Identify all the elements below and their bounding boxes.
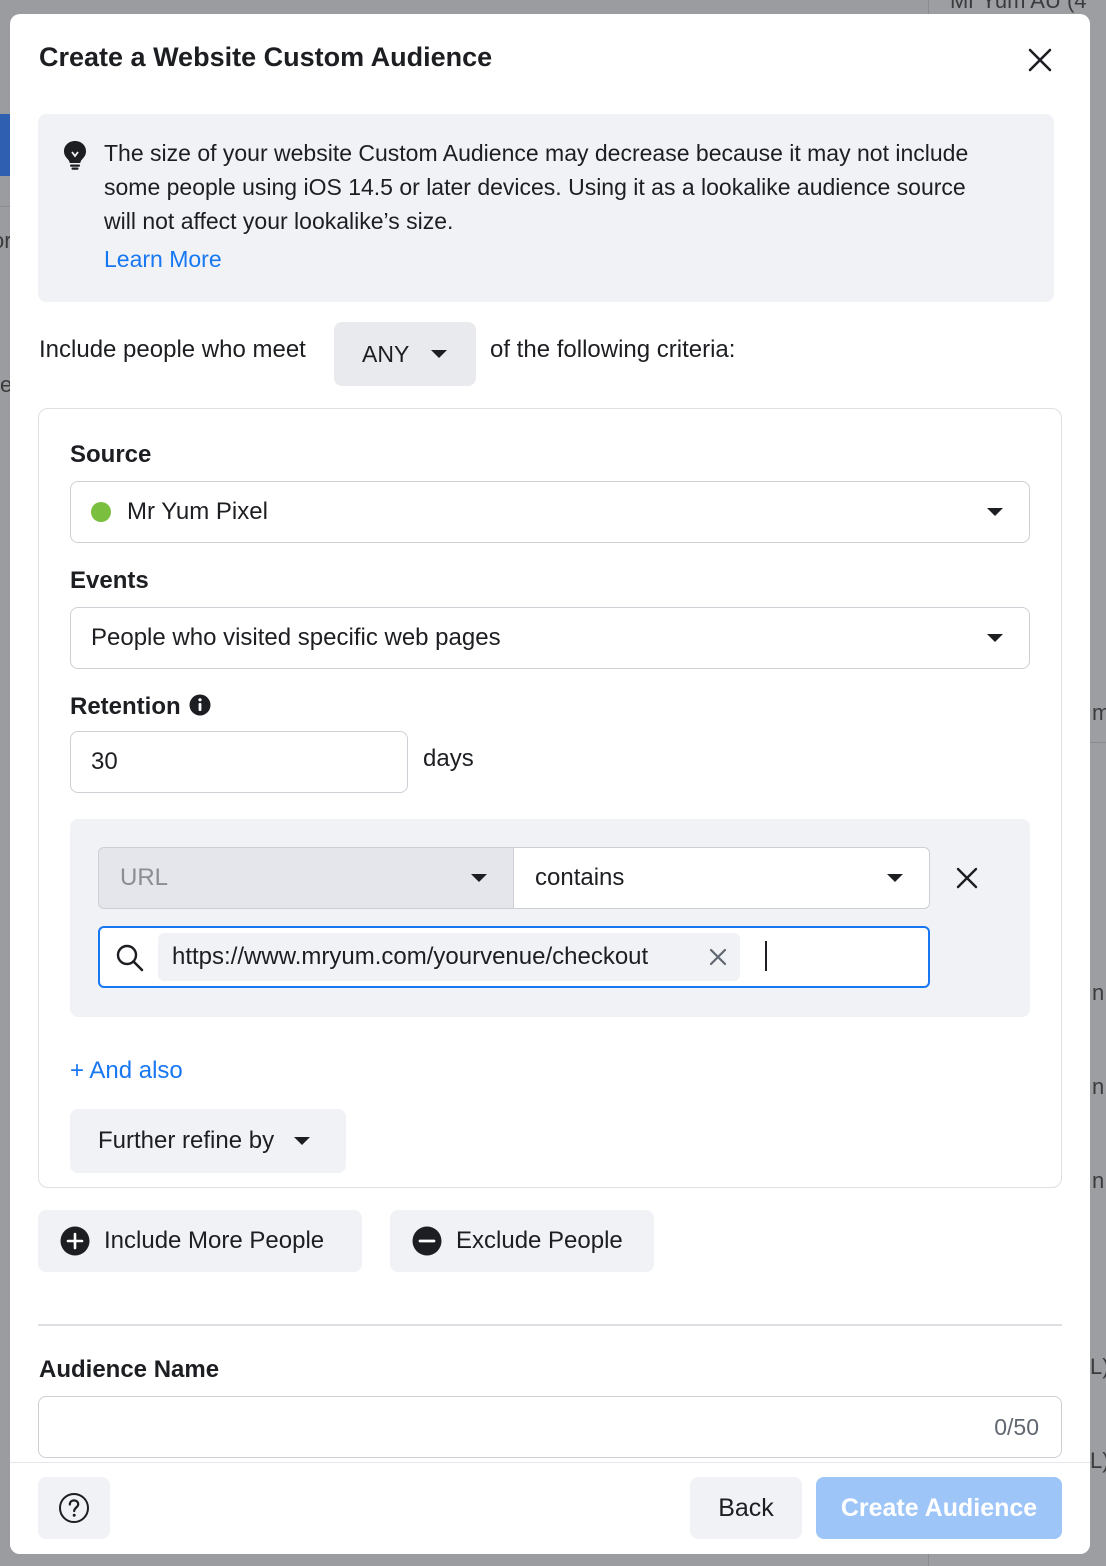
audience-name-input[interactable]: 0/50 bbox=[38, 1396, 1062, 1458]
dialog-title: Create a Website Custom Audience bbox=[39, 42, 493, 72]
background-divider bbox=[0, 206, 10, 207]
chevron-down-icon bbox=[987, 634, 1003, 642]
retention-unit: days bbox=[423, 745, 474, 772]
exclude-people-button[interactable]: Exclude People bbox=[390, 1210, 654, 1272]
background-text-fragment: m bbox=[1092, 700, 1106, 725]
url-value-input[interactable]: https://www.mryum.com/yourvenue/checkout bbox=[98, 926, 930, 988]
retention-label: Retention bbox=[70, 693, 181, 720]
match-type-value: ANY bbox=[362, 340, 410, 367]
audience-rule-card: Source Mr Yum Pixel Events People who vi… bbox=[38, 408, 1062, 1188]
retention-days-input[interactable]: 30 bbox=[70, 731, 408, 793]
create-audience-button[interactable]: Create Audience bbox=[816, 1477, 1062, 1539]
dialog-footer: Back Create Audience bbox=[10, 1462, 1090, 1554]
create-audience-dialog: Create a Website Custom Audience The siz… bbox=[10, 14, 1090, 1554]
retention-value: 30 bbox=[91, 748, 118, 775]
search-icon bbox=[116, 944, 144, 972]
url-token-text: https://www.mryum.com/yourvenue/checkout bbox=[172, 943, 649, 970]
remove-rule-button[interactable] bbox=[948, 859, 986, 897]
close-icon bbox=[956, 867, 978, 889]
url-field-dropdown[interactable]: URL bbox=[98, 847, 514, 909]
source-label: Source bbox=[70, 441, 152, 468]
include-more-people-button[interactable]: Include More People bbox=[38, 1210, 362, 1272]
criteria-suffix: of the following criteria: bbox=[490, 336, 736, 363]
plus-circle-icon bbox=[60, 1226, 90, 1256]
chevron-down-icon bbox=[887, 874, 903, 882]
background-text-fragment: L) bbox=[1090, 1354, 1106, 1379]
back-button[interactable]: Back bbox=[690, 1477, 802, 1539]
url-field-value: URL bbox=[120, 864, 169, 891]
learn-more-link[interactable]: Learn More bbox=[104, 246, 222, 273]
retention-label-row: Retention bbox=[70, 693, 211, 721]
operator-value: contains bbox=[535, 864, 625, 891]
background-left-accent bbox=[0, 114, 10, 176]
chevron-down-icon bbox=[987, 508, 1003, 516]
help-button[interactable] bbox=[38, 1477, 110, 1539]
exclude-people-label: Exclude People bbox=[456, 1227, 623, 1254]
background-text-fragment: n bbox=[1092, 1168, 1105, 1193]
minus-circle-icon bbox=[412, 1226, 442, 1256]
further-refine-label: Further refine by bbox=[98, 1127, 275, 1154]
chevron-down-icon bbox=[471, 874, 487, 882]
audience-name-label: Audience Name bbox=[39, 1356, 220, 1383]
criteria-prefix: Include people who meet bbox=[39, 336, 306, 363]
remove-token-icon[interactable] bbox=[706, 945, 730, 969]
help-icon bbox=[59, 1493, 89, 1523]
background-text-fragment: n bbox=[1092, 1074, 1105, 1099]
background-divider bbox=[1090, 742, 1106, 743]
events-label: Events bbox=[70, 567, 149, 594]
url-rule-box: URL contains https://www.mryum.com/yourv… bbox=[70, 819, 1030, 1017]
section-divider bbox=[38, 1324, 1062, 1326]
ios-notice-banner: The size of your website Custom Audience… bbox=[38, 114, 1054, 302]
events-value: People who visited specific web pages bbox=[91, 624, 501, 651]
source-value: Mr Yum Pixel bbox=[127, 498, 268, 525]
source-dropdown[interactable]: Mr Yum Pixel bbox=[70, 481, 1030, 543]
further-refine-dropdown[interactable]: Further refine by bbox=[70, 1109, 346, 1173]
and-also-link[interactable]: + And also bbox=[70, 1057, 183, 1085]
close-icon bbox=[1028, 48, 1052, 72]
lightbulb-icon bbox=[64, 141, 86, 170]
info-icon[interactable] bbox=[189, 694, 211, 716]
character-counter: 0/50 bbox=[994, 1414, 1039, 1440]
background-text-fragment: L) bbox=[1090, 1448, 1106, 1473]
close-button[interactable] bbox=[1022, 42, 1058, 78]
chevron-down-icon bbox=[294, 1137, 311, 1145]
url-token: https://www.mryum.com/yourvenue/checkout bbox=[158, 933, 740, 981]
include-more-label: Include More People bbox=[104, 1227, 325, 1254]
pixel-status-dot bbox=[91, 502, 111, 522]
operator-dropdown[interactable]: contains bbox=[514, 847, 930, 909]
chevron-down-icon bbox=[431, 350, 448, 358]
events-dropdown[interactable]: People who visited specific web pages bbox=[70, 607, 1030, 669]
background-account-name: Mr Yum AU (4 bbox=[950, 0, 1087, 13]
match-type-dropdown[interactable]: ANY bbox=[334, 322, 476, 386]
text-cursor bbox=[765, 941, 767, 971]
background-text-fragment: n bbox=[1092, 980, 1105, 1005]
notice-text: The size of your website Custom Audience… bbox=[104, 140, 969, 234]
